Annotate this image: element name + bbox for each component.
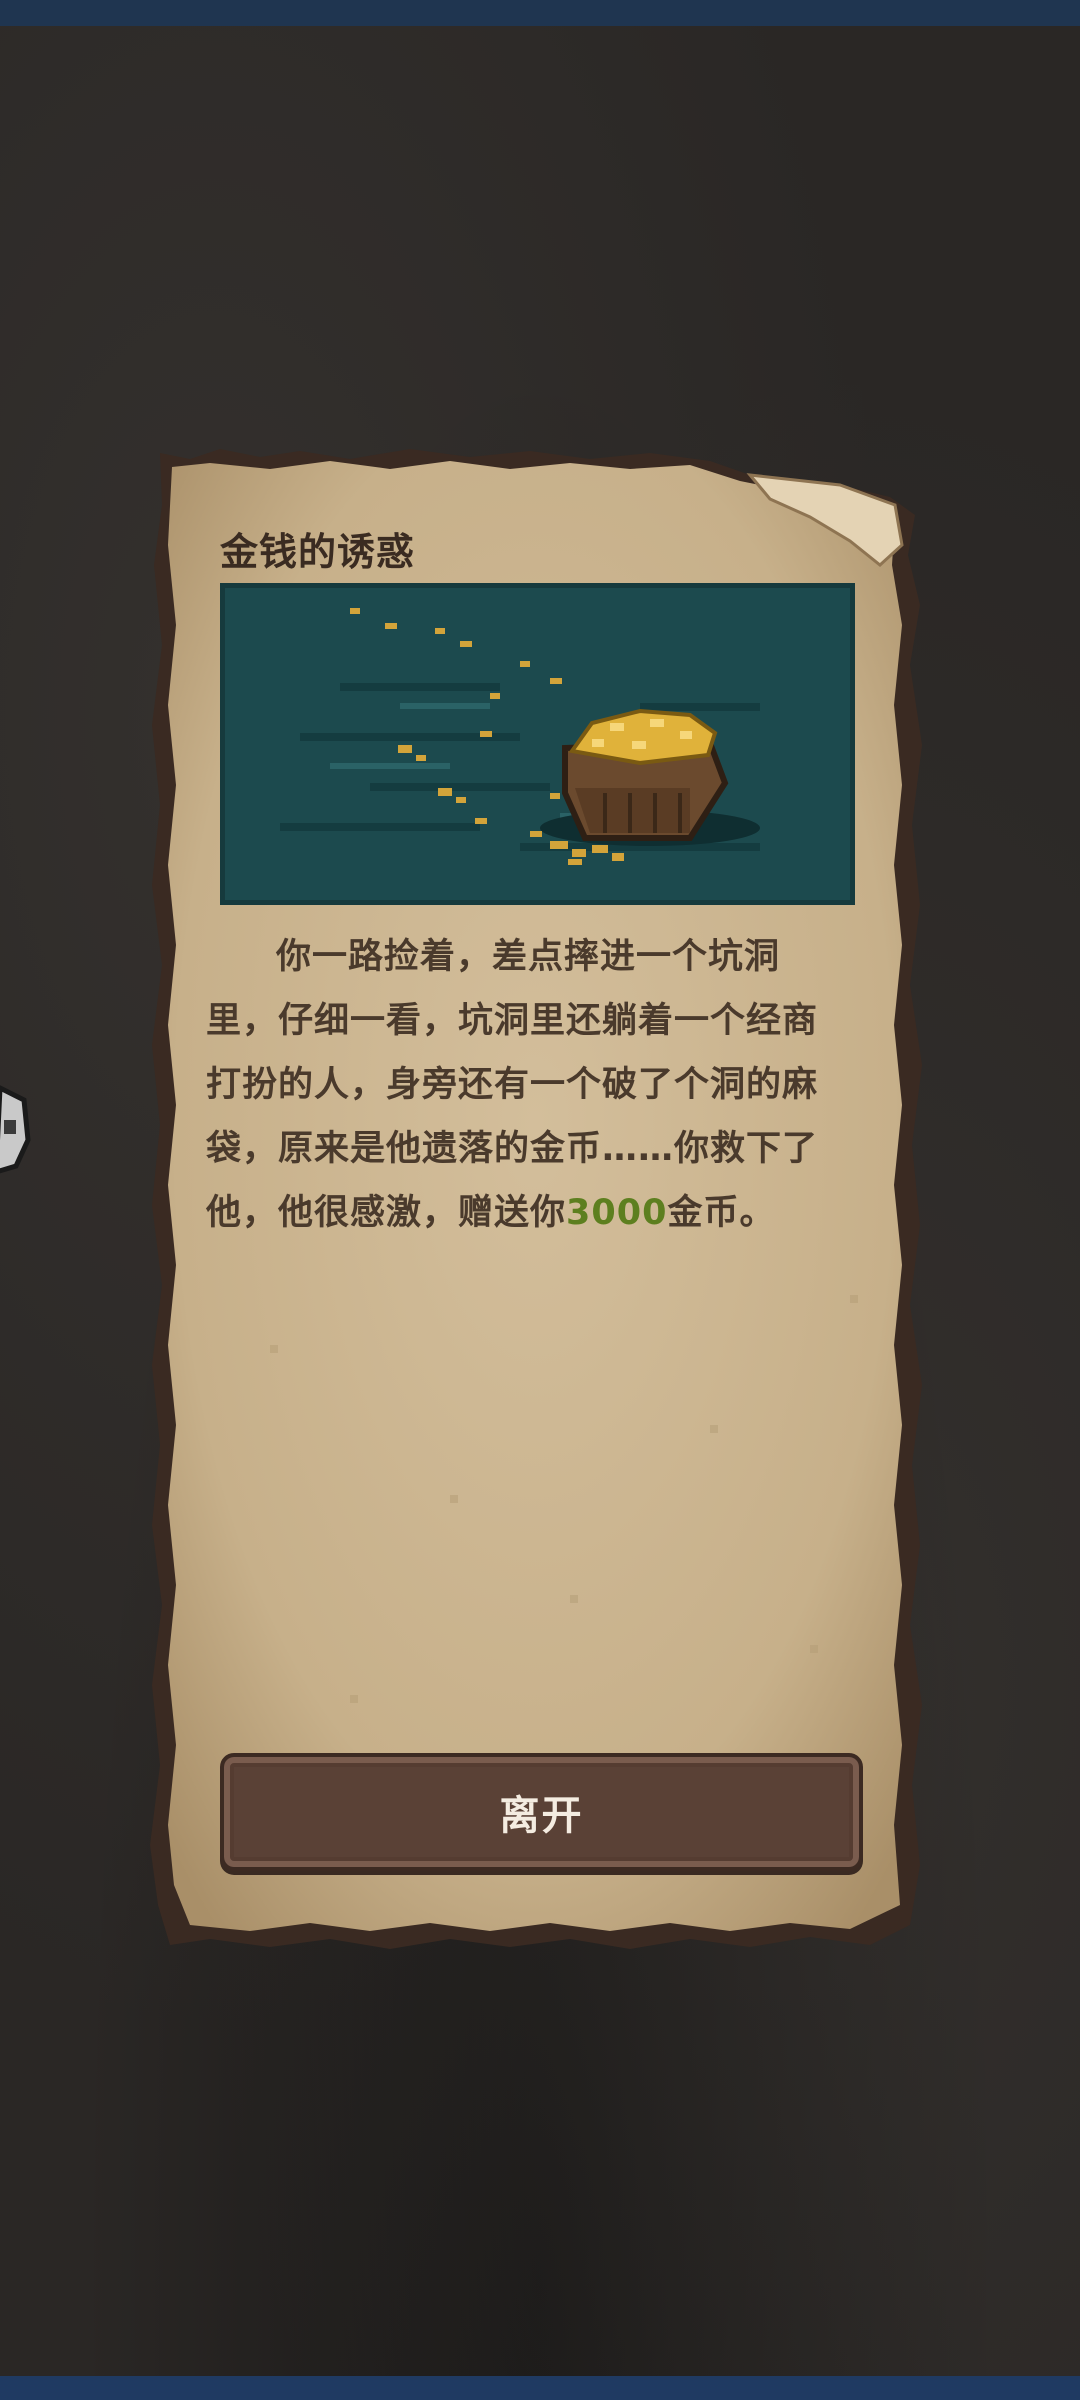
game-screen: 金钱的诱惑 你一路捡着，差点摔进一个坑洞里，仔细一看，坑洞里还躺着一个经商打扮的… <box>0 0 1080 2400</box>
reward-amount: 3000 <box>566 1193 668 1233</box>
event-scene-image <box>220 583 855 905</box>
event-card: 金钱的诱惑 你一路捡着，差点摔进一个坑洞里，仔细一看，坑洞里还躺着一个经商打扮的… <box>150 445 925 1953</box>
event-description: 你一路捡着，差点摔进一个坑洞里，仔细一看，坑洞里还躺着一个经商打扮的人，身旁还有… <box>206 925 846 1245</box>
leave-button-label: 离开 <box>499 1793 584 1839</box>
event-description-text: 你一路捡着，差点摔进一个坑洞里，仔细一看，坑洞里还躺着一个经商打扮的人，身旁还有… <box>206 937 819 1233</box>
leave-button[interactable]: 离开 <box>220 1753 863 1871</box>
partial-character-icon <box>0 1085 31 1174</box>
top-status-strip <box>0 0 1080 26</box>
treasure-chest-icon <box>220 583 855 905</box>
bottom-navigation-strip <box>0 2376 1080 2400</box>
event-title: 金钱的诱惑 <box>220 530 416 574</box>
event-description-end: 金币。 <box>667 1193 776 1233</box>
